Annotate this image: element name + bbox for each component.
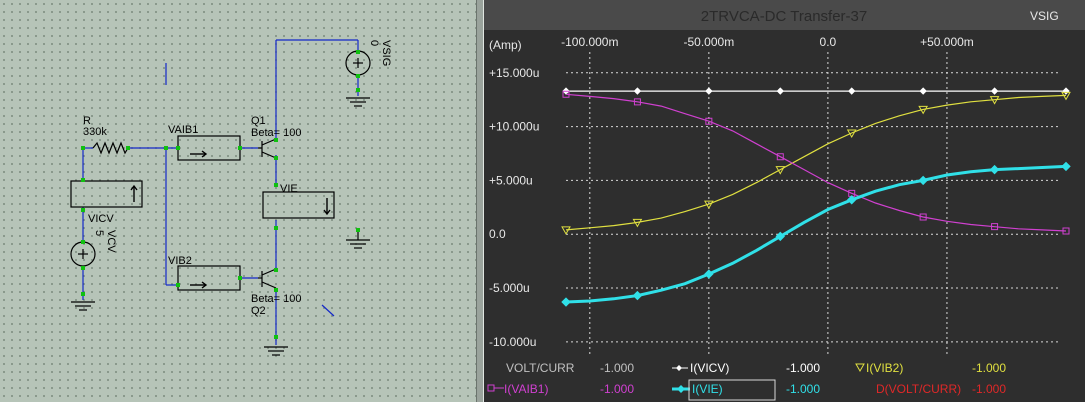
label-vcv-name: VCV	[105, 230, 117, 253]
series-point-3	[918, 175, 928, 186]
y-tick-label: -5.000u	[489, 281, 530, 295]
label-vcv-value: 5	[93, 230, 105, 236]
series-point-0	[705, 87, 713, 95]
label-q1: Q1	[251, 115, 266, 127]
series-point-0	[1062, 87, 1070, 95]
series-point-3	[1061, 161, 1071, 172]
legend-label-vie: I(VIE)	[692, 382, 723, 396]
legend-label-vaib1: I(VAIB1)	[504, 382, 548, 396]
x-tick-label: -50.000m	[684, 35, 735, 49]
label-q2: Q2	[251, 305, 266, 317]
series-point-3	[632, 290, 643, 301]
label-vsig-value: 0	[368, 40, 380, 46]
plot-legend: VOLT/CURR -1.000 I(VICV) -1.000 I(VIB2) …	[487, 361, 1006, 401]
x-tick-label: +50.000m	[920, 35, 974, 49]
label-vib2: VIB2	[168, 255, 192, 267]
y-unit-label: (Amp)	[489, 38, 522, 52]
y-tick-label: 0.0	[489, 227, 506, 241]
label-vaib1: VAIB1	[168, 124, 198, 136]
legend-header: VOLT/CURR	[506, 361, 575, 375]
legend-label-vib2: I(VIB2)	[866, 361, 903, 375]
schematic-drawing[interactable]: R 330k VAIB1 VIB2 Q1 Beta= 100 Beta= 100…	[0, 0, 476, 402]
series-line-2	[565, 93, 1067, 232]
legend-value-vicv: -1.000	[786, 361, 820, 375]
plot-title: 2TRVCA-DC Transfer-37	[701, 8, 867, 25]
label-vsig-name: VSIG	[380, 40, 392, 66]
legend-value-vie: -1.000	[786, 382, 820, 396]
probe-vib2[interactable]	[177, 265, 241, 291]
legend-value-vib2: -1.000	[972, 361, 1006, 375]
label-vie: VIE	[280, 183, 298, 195]
series-point-0	[990, 87, 999, 95]
x-tick-label: 0.0	[820, 35, 837, 49]
series-point-0	[776, 87, 784, 95]
series-point-1	[561, 226, 571, 235]
series-line-1	[565, 94, 1067, 231]
pane-splitter[interactable]	[476, 0, 484, 402]
legend-marker-vaib1	[487, 384, 495, 392]
plot-grid	[566, 52, 1059, 355]
waveform-plot-window[interactable]: 2TRVCA-DC Transfer-37 VSIG (Amp) -100.00…	[484, 0, 1085, 402]
transistor-q2[interactable]	[258, 268, 277, 289]
probe-vie[interactable]	[262, 191, 335, 219]
y-tick-label: +15.000u	[489, 66, 539, 80]
label-beta1: Beta= 100	[251, 127, 301, 139]
legend-label-d: D(VOLT/CURR)	[876, 382, 961, 396]
source-vcv[interactable]	[70, 241, 96, 267]
label-beta2: Beta= 100	[251, 293, 301, 305]
plot-series	[561, 87, 1071, 307]
probe-vicv[interactable]	[70, 180, 143, 208]
series-point-0	[919, 87, 927, 95]
node-dots	[81, 50, 360, 339]
sweep-variable-label: VSIG	[1030, 9, 1059, 23]
series-point-3	[989, 164, 1000, 175]
legend-label-vicv: I(VICV)	[690, 361, 729, 375]
label-r-value: 330k	[83, 126, 107, 138]
legend-value-vaib1: -1.000	[600, 382, 634, 396]
schematic-canvas[interactable]: R 330k VAIB1 VIB2 Q1 Beta= 100 Beta= 100…	[0, 0, 476, 402]
source-vsig[interactable]	[345, 50, 371, 76]
probe-vaib1[interactable]	[177, 135, 241, 161]
transistor-q1[interactable]	[258, 138, 277, 159]
legend-marker-vicv	[676, 365, 682, 371]
resistor-r[interactable]	[92, 141, 129, 155]
y-tick-label: +5.000u	[489, 173, 533, 187]
label-vicv: VICV	[88, 213, 114, 225]
legend-marker-vib2	[855, 363, 865, 373]
legend-value-d: -1.000	[972, 382, 1006, 396]
series-point-0	[633, 87, 642, 95]
legend-header-value: -1.000	[600, 361, 634, 375]
x-tick-label: -100.000m	[561, 35, 618, 49]
legend-marker-vie	[677, 385, 685, 393]
plot-canvas[interactable]: 2TRVCA-DC Transfer-37 VSIG (Amp) -100.00…	[484, 0, 1085, 402]
series-point-3	[847, 195, 857, 205]
y-tick-label: -10.000u	[489, 335, 536, 349]
y-tick-label: +10.000u	[489, 120, 539, 134]
series-point-0	[848, 87, 856, 95]
series-point-3	[561, 297, 571, 307]
